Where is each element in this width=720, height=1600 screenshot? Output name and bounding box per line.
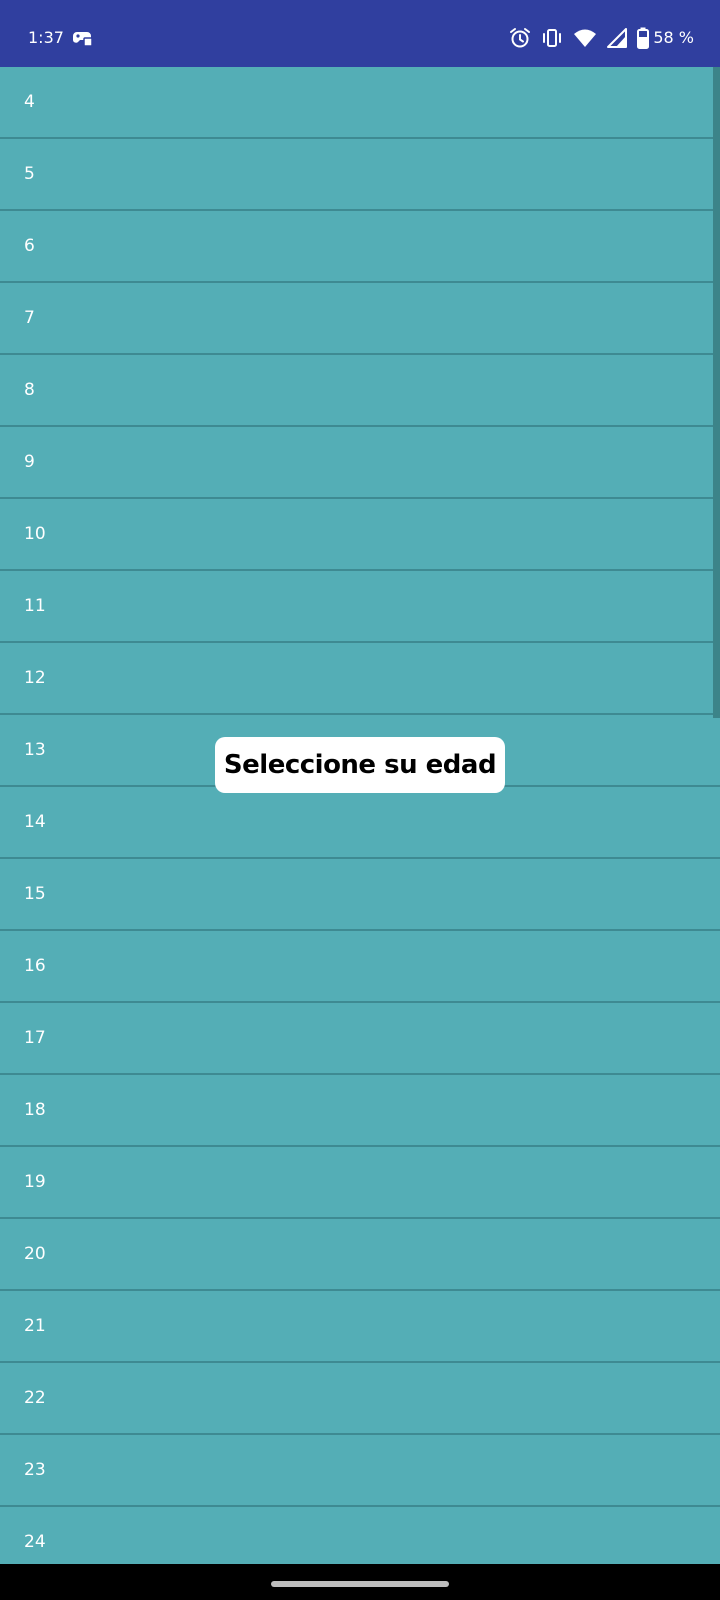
status-time: 1:37 (28, 28, 64, 47)
age-list-item[interactable]: 8 (0, 355, 720, 427)
age-list-item-label: 15 (24, 884, 46, 904)
age-list-item[interactable]: 17 (0, 1003, 720, 1075)
battery-icon (637, 27, 650, 49)
age-list-item-label: 9 (24, 452, 35, 472)
signal-icon (607, 28, 628, 48)
age-list-item[interactable]: 24 (0, 1507, 720, 1564)
age-list-item[interactable]: 21 (0, 1291, 720, 1363)
age-list-item-label: 18 (24, 1100, 46, 1120)
wifi-icon (573, 28, 597, 48)
age-list-item[interactable]: 22 (0, 1363, 720, 1435)
alarm-icon (509, 27, 531, 49)
age-list-item[interactable]: 10 (0, 499, 720, 571)
age-list-item-label: 12 (24, 668, 46, 688)
age-list-item-label: 13 (24, 740, 46, 760)
age-list-item-label: 6 (24, 236, 35, 256)
age-list-item-label: 10 (24, 524, 46, 544)
age-list[interactable]: 4 5 6 7 8 9 10 11 12 13 14 15 16 17 18 19 20 21 22 23 24 (0, 67, 720, 1564)
status-bar: 1:37 58 % (0, 0, 720, 67)
screen: 1:37 58 % 4 5 6 7 8 9 10 11 12 13 14 15 … (0, 0, 720, 1600)
status-icons: 58 % (509, 26, 694, 50)
age-list-item[interactable]: 14 (0, 787, 720, 859)
age-list-item[interactable]: 19 (0, 1147, 720, 1219)
age-list-item[interactable]: 9 (0, 427, 720, 499)
age-list-item-label: 5 (24, 164, 35, 184)
age-list-item-label: 7 (24, 308, 35, 328)
age-list-item[interactable]: 7 (0, 283, 720, 355)
age-list-item-label: 22 (24, 1388, 46, 1408)
age-list-item[interactable]: 20 (0, 1219, 720, 1291)
toast: Seleccione su edad (215, 737, 505, 793)
age-list-item[interactable]: 23 (0, 1435, 720, 1507)
age-list-item[interactable]: 15 (0, 859, 720, 931)
vibrate-icon (541, 27, 563, 49)
age-list-item[interactable]: 11 (0, 571, 720, 643)
age-list-item-label: 24 (24, 1532, 46, 1552)
age-list-item-label: 8 (24, 380, 35, 400)
age-list-item-label: 11 (24, 596, 46, 616)
home-gesture-handle[interactable] (271, 1581, 449, 1587)
age-list-item-label: 16 (24, 956, 46, 976)
age-list-item-label: 19 (24, 1172, 46, 1192)
age-list-item-label: 23 (24, 1460, 46, 1480)
age-list-item[interactable]: 12 (0, 643, 720, 715)
battery-percentage: 58 % (653, 28, 694, 47)
list-scrollbar[interactable] (713, 67, 720, 718)
age-list-item-label: 4 (24, 92, 35, 112)
age-list-item-label: 20 (24, 1244, 46, 1264)
age-list-item-label: 14 (24, 812, 46, 832)
age-list-item[interactable]: 4 (0, 67, 720, 139)
age-list-item[interactable]: 16 (0, 931, 720, 1003)
age-list-item-label: 17 (24, 1028, 46, 1048)
age-list-item[interactable]: 18 (0, 1075, 720, 1147)
age-list-item[interactable]: 5 (0, 139, 720, 211)
age-list-item[interactable]: 6 (0, 211, 720, 283)
navigation-bar (0, 1564, 720, 1600)
age-list-item-label: 21 (24, 1316, 46, 1336)
toast-message: Seleccione su edad (223, 750, 497, 780)
game-controller-icon (70, 28, 94, 48)
